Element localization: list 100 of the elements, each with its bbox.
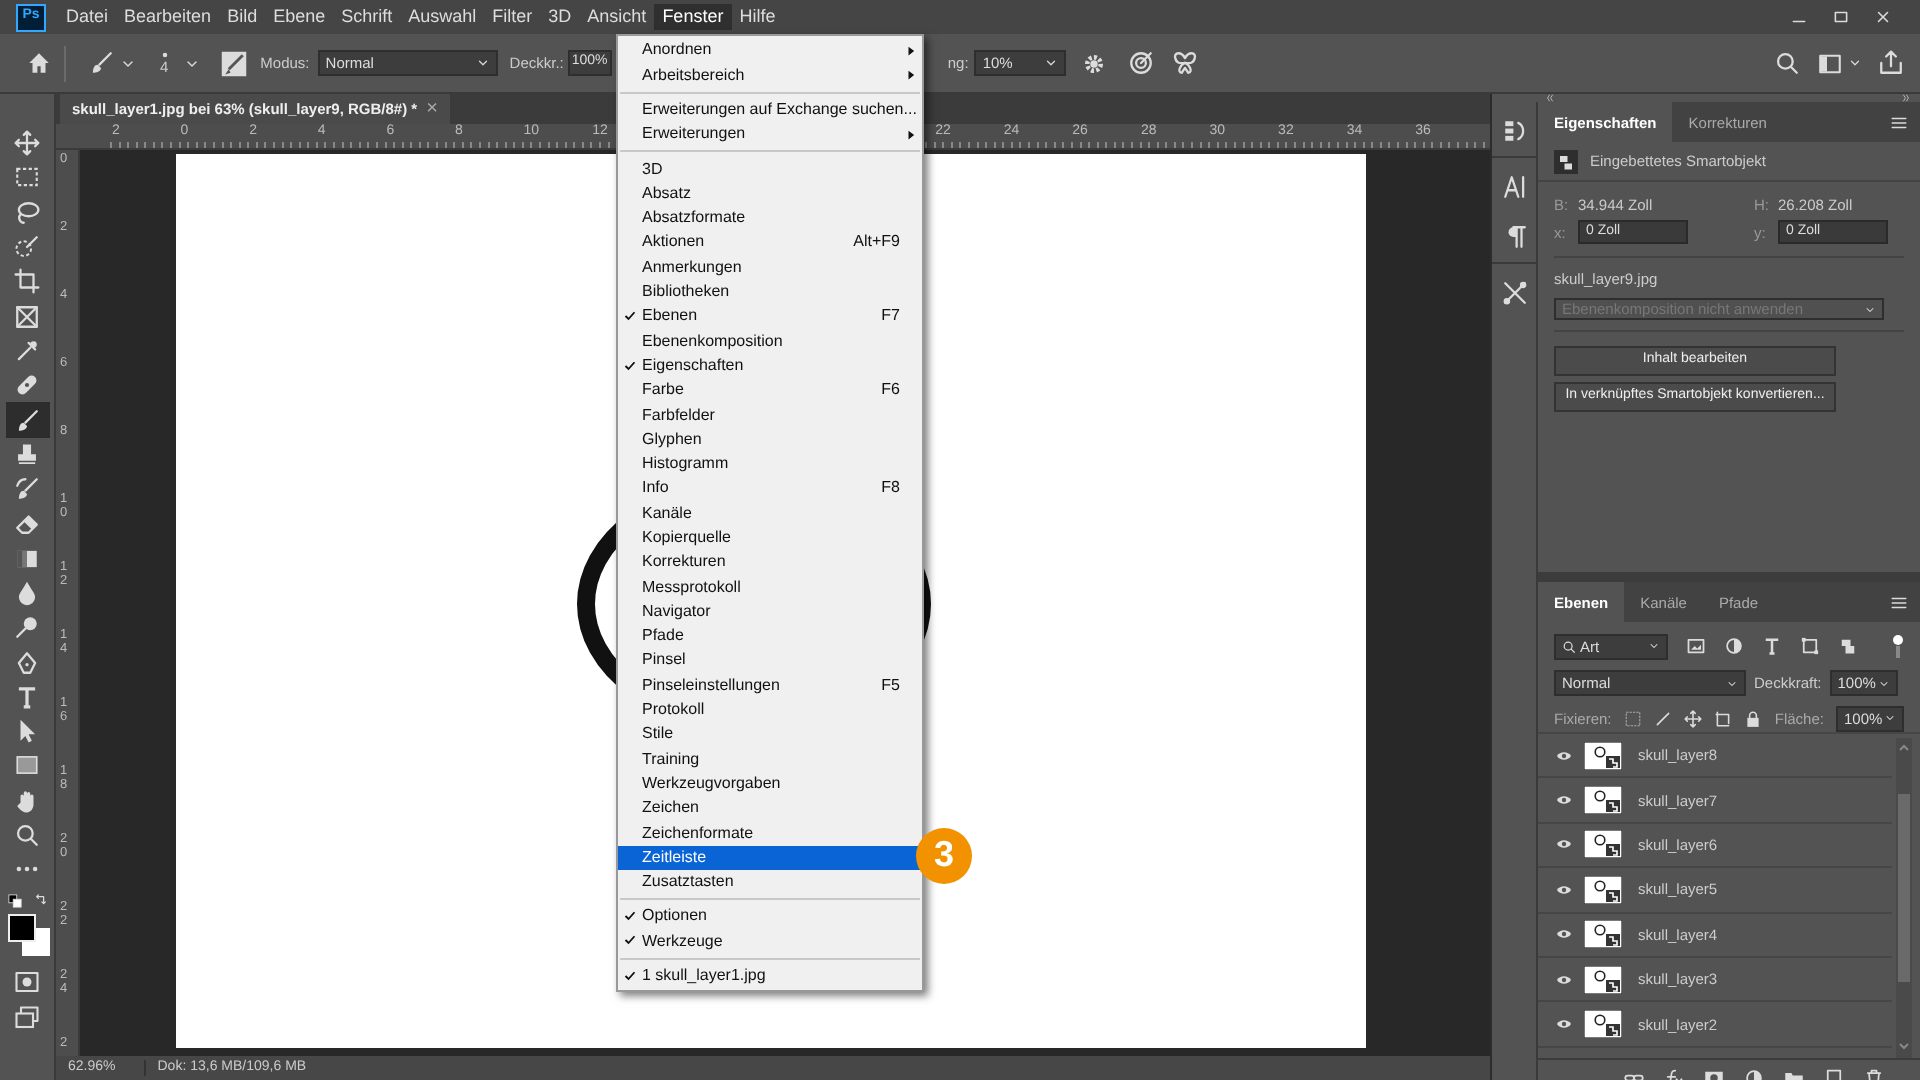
menu-entry[interactable]: Training bbox=[618, 746, 922, 772]
screen-mode-icon[interactable] bbox=[14, 1005, 40, 1030]
lasso-icon bbox=[14, 199, 40, 226]
caret-icon bbox=[1726, 677, 1738, 689]
menu-item[interactable]: Hilfe bbox=[731, 4, 784, 30]
menu-entry[interactable]: Erweiterungen auf Exchange suchen... bbox=[618, 97, 922, 122]
target-icon[interactable] bbox=[1128, 50, 1155, 76]
menu-entry[interactable]: Bibliotheken bbox=[618, 279, 922, 304]
lock-position-icon[interactable] bbox=[1683, 709, 1702, 727]
menu-item[interactable]: 3D bbox=[540, 4, 580, 30]
menu-entry[interactable]: Farbe F6 bbox=[618, 377, 922, 403]
share-icon[interactable] bbox=[1878, 50, 1904, 76]
menu-entry[interactable]: Korrekturen bbox=[618, 549, 922, 575]
menu-item[interactable]: Schrift bbox=[333, 4, 401, 30]
lock-icon[interactable] bbox=[1743, 709, 1762, 727]
menu-item[interactable]: Bearbeiten bbox=[116, 4, 220, 30]
caret-icon[interactable] bbox=[1848, 56, 1862, 70]
menu-entry[interactable]: Navigator bbox=[618, 599, 922, 624]
swap-arrow-icon[interactable] bbox=[33, 893, 47, 908]
menu-entry[interactable]: Zeichen bbox=[618, 795, 922, 821]
menu-entry[interactable]: Histogramm bbox=[618, 451, 922, 477]
menu-entry[interactable]: Protokoll bbox=[618, 697, 922, 723]
menu-entry[interactable]: Absatzformate bbox=[618, 205, 922, 231]
menu-item[interactable]: Ebene bbox=[265, 4, 334, 30]
menu-entry[interactable]: Absatz bbox=[618, 180, 922, 206]
menu-entry[interactable]: Werkzeuge bbox=[618, 928, 922, 954]
filter-toggle-icon[interactable] bbox=[1892, 634, 1904, 658]
lock-paint-icon[interactable] bbox=[1653, 709, 1672, 727]
menu-entry[interactable]: Stile bbox=[618, 722, 922, 747]
menu-entry[interactable]: Ebenenkomposition bbox=[618, 328, 922, 354]
close-icon[interactable] bbox=[1874, 8, 1892, 26]
menu-entry[interactable]: Messprotokoll bbox=[618, 574, 922, 600]
eye-icon[interactable] bbox=[1554, 926, 1574, 943]
menu-entry[interactable]: Zeichenformate bbox=[618, 820, 922, 845]
scrollbar-drawing[interactable] bbox=[1896, 738, 1912, 1058]
menu-entry[interactable]: Pfade bbox=[618, 623, 922, 649]
history-icon[interactable] bbox=[1501, 118, 1527, 144]
eye-icon[interactable] bbox=[1554, 971, 1574, 988]
brush-tool[interactable] bbox=[5, 402, 49, 438]
menu-item[interactable]: Filter bbox=[484, 4, 541, 30]
eye-icon[interactable] bbox=[1554, 1016, 1574, 1033]
menu-item[interactable]: Datei bbox=[58, 4, 117, 30]
collapse-icon[interactable] bbox=[1544, 94, 1556, 102]
menu-entry[interactable]: Anordnen bbox=[618, 38, 922, 63]
tools-icon[interactable] bbox=[1501, 280, 1527, 306]
home-icon[interactable] bbox=[26, 50, 52, 76]
butterfly-icon[interactable] bbox=[1172, 50, 1199, 76]
adjustment-filter-icon[interactable] bbox=[1724, 636, 1744, 656]
eye-icon[interactable] bbox=[1554, 836, 1574, 853]
menu-entry[interactable]: Pinsel bbox=[618, 648, 922, 673]
shape-filter-icon[interactable] bbox=[1800, 636, 1820, 656]
default-colors-icon[interactable] bbox=[7, 893, 21, 908]
menu-entry[interactable]: Aktionen Alt+F9 bbox=[618, 230, 922, 255]
menu-item[interactable]: Fenster bbox=[654, 4, 732, 30]
menu-entry[interactable]: Optionen bbox=[618, 904, 922, 929]
menu-entry[interactable]: Pinseleinstellungen F5 bbox=[618, 672, 922, 698]
type-icon bbox=[14, 683, 40, 710]
move-icon bbox=[14, 130, 40, 157]
menu-entry[interactable]: 3D bbox=[618, 156, 922, 181]
expand-icon[interactable] bbox=[1900, 94, 1912, 102]
menu-entry[interactable]: Kopierquelle bbox=[618, 525, 922, 550]
close-button[interactable]: × bbox=[426, 97, 438, 121]
brush-tip-icon[interactable] bbox=[161, 51, 168, 57]
menu-item[interactable]: Bild bbox=[219, 4, 266, 30]
menu-item[interactable]: Auswahl bbox=[400, 4, 485, 30]
search-icon bbox=[1562, 639, 1576, 653]
workspace-icon[interactable] bbox=[1816, 51, 1844, 75]
menu-entry[interactable]: Erweiterungen bbox=[618, 121, 922, 147]
menu-entry[interactable]: Eigenschaften bbox=[618, 353, 922, 378]
menu-entry[interactable]: Kanäle bbox=[618, 500, 922, 526]
eye-icon[interactable] bbox=[1554, 881, 1574, 898]
image-filter-icon[interactable] bbox=[1686, 636, 1706, 656]
layer-thumbnail bbox=[1584, 786, 1622, 815]
menu-entry[interactable]: Glyphen bbox=[618, 426, 922, 452]
menu-entry[interactable]: Werkzeugvorgaben bbox=[618, 771, 922, 796]
menu-entry[interactable]: Anmerkungen bbox=[618, 254, 922, 280]
smart-filter-icon[interactable] bbox=[1838, 636, 1858, 656]
lock-artboard-icon[interactable] bbox=[1713, 709, 1732, 727]
panel-menu-icon[interactable] bbox=[1890, 113, 1908, 131]
brush-icon[interactable] bbox=[88, 50, 114, 76]
panel-menu-icon[interactable] bbox=[1890, 593, 1908, 611]
menu-entry[interactable]: Farbfelder bbox=[618, 402, 922, 427]
lock-pixels-icon[interactable] bbox=[1623, 709, 1642, 727]
eye-icon[interactable] bbox=[1554, 792, 1574, 809]
menu-entry[interactable]: Ebenen F7 bbox=[618, 303, 922, 329]
search-icon[interactable] bbox=[1774, 50, 1800, 76]
brush-panel-icon[interactable] bbox=[220, 49, 249, 77]
menu-entry[interactable]: 1 skull_layer1.jpg bbox=[618, 963, 922, 988]
type-filter-icon[interactable] bbox=[1762, 636, 1782, 656]
menu-entry[interactable]: Arbeitsbereich bbox=[618, 62, 922, 88]
menu-entry[interactable]: Info F8 bbox=[618, 476, 922, 501]
quick-mask-icon[interactable] bbox=[14, 969, 40, 994]
character-icon[interactable] bbox=[1501, 174, 1527, 200]
maximize-icon[interactable] bbox=[1832, 8, 1850, 26]
foreground-swatch[interactable] bbox=[7, 913, 35, 942]
menu-entry[interactable]: Zusatztasten bbox=[618, 869, 922, 895]
settings-icon[interactable] bbox=[1082, 51, 1107, 75]
menu-entry[interactable]: Zeitleiste bbox=[618, 845, 922, 870]
menu-item[interactable]: Ansicht bbox=[579, 4, 655, 30]
eye-icon[interactable] bbox=[1554, 747, 1574, 764]
